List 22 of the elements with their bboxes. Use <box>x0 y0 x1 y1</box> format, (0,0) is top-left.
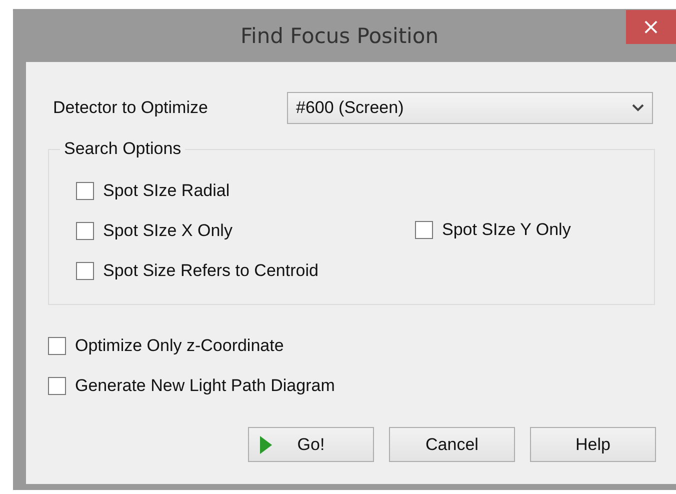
checkbox-label: Generate New Light Path Diagram <box>75 376 335 396</box>
checkbox-label: Spot SIze Y Only <box>442 220 571 240</box>
checkbox[interactable] <box>76 182 94 200</box>
checkbox-label: Optimize Only z-Coordinate <box>75 336 284 356</box>
detector-label: Detector to Optimize <box>53 98 209 118</box>
checkbox[interactable] <box>48 337 66 355</box>
checkbox[interactable] <box>415 221 433 239</box>
dialog-button[interactable]: Help <box>530 427 656 462</box>
chevron-icon <box>632 104 644 112</box>
checkbox[interactable] <box>76 222 94 240</box>
checkbox-label: Spot SIze X Only <box>103 221 232 241</box>
close-button[interactable]: × <box>626 10 676 44</box>
checkbox-label: Spot SIze Radial <box>103 181 230 201</box>
checkbox[interactable] <box>48 377 66 395</box>
dialog-button[interactable]: Cancel <box>389 427 515 462</box>
checkbox[interactable] <box>76 262 94 280</box>
play-icon <box>260 436 272 454</box>
detector-dropdown[interactable]: #600 (Screen) <box>287 92 653 124</box>
window-title: Find Focus Position <box>240 24 439 48</box>
group-title: Search Options <box>60 139 186 159</box>
dialog-button[interactable]: Go! <box>248 427 374 462</box>
checkbox-label: Spot Size Refers to Centroid <box>103 261 318 281</box>
